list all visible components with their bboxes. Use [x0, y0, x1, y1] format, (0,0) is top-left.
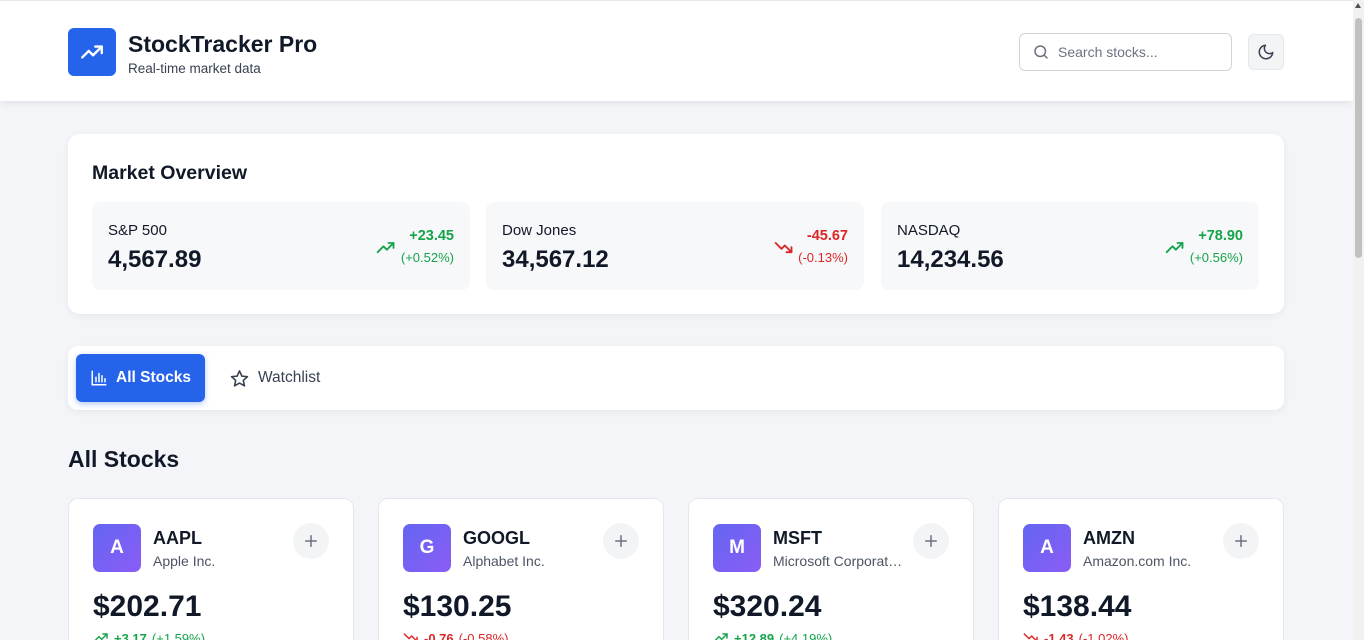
stock-avatar: G	[403, 524, 451, 572]
stock-symbol: GOOGL	[463, 528, 530, 548]
stock-change-percent: (-1.02%)	[1078, 630, 1129, 640]
plus-icon	[615, 535, 627, 547]
stock-symbol: MSFT	[773, 528, 822, 548]
bar-chart-icon	[91, 370, 107, 386]
stock-card-msft[interactable]: M MSFT Microsoft Corporation $320.24 +12…	[688, 498, 974, 640]
plus-icon	[1235, 535, 1247, 547]
trending-up-icon	[376, 242, 395, 254]
stock-change: +12.89 (+4.19%)	[713, 630, 832, 640]
stock-card-amzn[interactable]: A AMZN Amazon.com Inc. $138.44 -1.43 (-1…	[998, 498, 1284, 640]
index-name: NASDAQ	[897, 222, 961, 239]
theme-toggle-button[interactable]	[1248, 34, 1284, 70]
stock-symbol: AMZN	[1083, 528, 1135, 548]
view-tabs: All Stocks Watchlist	[68, 346, 1284, 410]
market-overview-panel: Market Overview S&P 500 4,567.89 +23.45 …	[68, 134, 1284, 314]
tab-all-stocks[interactable]: All Stocks	[76, 354, 205, 402]
stock-change-percent: (+1.59%)	[151, 630, 206, 640]
stock-change: -1.43 (-1.02%)	[1023, 630, 1129, 640]
index-value: 14,234.56	[897, 246, 1004, 273]
index-card-dow-jones[interactable]: Dow Jones 34,567.12 -45.67 (-0.13%)	[486, 202, 864, 290]
trending-up-icon	[1165, 242, 1184, 254]
stock-price: $320.24	[713, 590, 822, 623]
tab-label: All Stocks	[116, 369, 191, 386]
stock-change: -0.76 (-0.58%)	[403, 630, 509, 640]
scroll-thumb[interactable]	[1355, 18, 1362, 258]
add-to-watchlist-button[interactable]	[293, 523, 329, 559]
index-value: 34,567.12	[502, 246, 609, 273]
index-change: +23.45	[409, 228, 454, 244]
stock-change: +3.17 (+1.59%)	[93, 630, 205, 640]
stock-change-amount: -1.43	[1044, 630, 1074, 640]
add-to-watchlist-button[interactable]	[603, 523, 639, 559]
stock-company-name: Microsoft Corporation	[773, 553, 903, 569]
stock-price: $202.71	[93, 590, 202, 623]
trending-down-icon	[403, 633, 418, 640]
app-subtitle: Real-time market data	[128, 61, 261, 76]
page-scrollbar[interactable]	[1353, 0, 1364, 640]
stock-company-name: Amazon.com Inc.	[1083, 553, 1192, 569]
app-header: StockTracker Pro Real-time market data	[0, 0, 1353, 101]
trending-down-icon	[774, 242, 793, 254]
index-change: +78.90	[1198, 228, 1243, 244]
stock-symbol: AAPL	[153, 528, 202, 548]
index-card-nasdaq[interactable]: NASDAQ 14,234.56 +78.90 (+0.56%)	[881, 202, 1259, 290]
index-value: 4,567.89	[108, 246, 202, 273]
trending-up-icon	[714, 633, 728, 640]
add-to-watchlist-button[interactable]	[1223, 523, 1259, 559]
market-overview-title: Market Overview	[92, 162, 248, 184]
trending-up-icon	[68, 28, 116, 76]
stock-avatar: A	[93, 524, 141, 572]
stock-price: $138.44	[1023, 590, 1132, 623]
search-box[interactable]	[1019, 33, 1232, 71]
stock-change-amount: +12.89	[734, 630, 775, 640]
add-to-watchlist-button[interactable]	[913, 523, 949, 559]
scroll-up-arrow-icon[interactable]	[1355, 3, 1361, 8]
stock-change-percent: (+4.19%)	[779, 630, 833, 640]
section-title: All Stocks	[68, 446, 180, 472]
index-change: -45.67	[806, 228, 848, 244]
stock-company-name: Apple Inc.	[153, 553, 216, 569]
stock-card-aapl[interactable]: A AAPL Apple Inc. $202.71 +3.17 (+1.59%)	[68, 498, 354, 640]
stock-avatar: M	[713, 524, 761, 572]
plus-icon	[925, 535, 937, 547]
stock-card-googl[interactable]: G GOOGL Alphabet Inc. $130.25 -0.76 (-0.…	[378, 498, 664, 640]
index-name: S&P 500	[108, 222, 167, 239]
stock-avatar: A	[1023, 524, 1071, 572]
index-name: Dow Jones	[502, 222, 577, 239]
stock-price: $130.25	[403, 590, 512, 623]
stock-company-name: Alphabet Inc.	[463, 553, 545, 569]
index-change-percent: (+0.56%)	[1189, 250, 1243, 265]
search-icon	[1034, 45, 1048, 59]
moon-icon	[1258, 44, 1274, 60]
app-title: StockTracker Pro	[128, 31, 318, 57]
search-input[interactable]	[1058, 44, 1218, 60]
stock-change-amount: -0.76	[424, 630, 454, 640]
trending-up-icon	[94, 633, 108, 640]
stock-change-amount: +3.17	[114, 630, 147, 640]
index-card-sp500[interactable]: S&P 500 4,567.89 +23.45 (+0.52%)	[92, 202, 470, 290]
star-icon	[230, 369, 249, 387]
tab-label: Watchlist	[258, 369, 321, 386]
stock-change-percent: (-0.58%)	[458, 630, 509, 640]
tab-watchlist[interactable]: Watchlist	[220, 354, 330, 402]
index-change-percent: (+0.52%)	[400, 250, 454, 265]
index-change-percent: (-0.13%)	[798, 250, 848, 265]
plus-icon	[305, 535, 317, 547]
trending-down-icon	[1023, 633, 1038, 640]
